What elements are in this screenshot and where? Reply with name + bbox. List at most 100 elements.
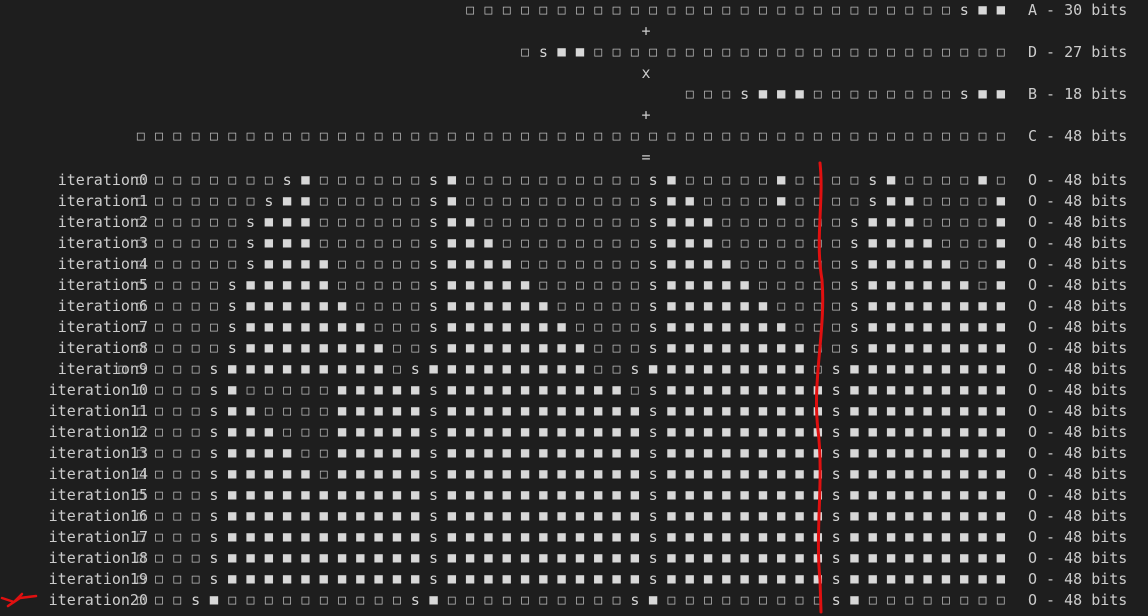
iteration-1-bit-18: □ [466,194,475,209]
iteration-17-bit-45: ■ [960,529,969,545]
iteration-3-bit-16: s [429,234,439,252]
iteration-7-bit-1: □ [155,320,163,335]
iteration-4-bit-18: ■ [465,256,475,272]
iteration-1-bit-20: □ [502,194,511,209]
iteration-17-bit-8: ■ [282,529,292,545]
iteration-7-bit-30: ■ [685,319,694,335]
iteration-2-bit-0: □ [136,215,145,230]
iteration-16-bit-28: s [648,507,658,525]
bit-width-label: O - 48 bits [1028,486,1128,504]
operand-0-bit-20: □ [832,3,841,18]
iteration-4-bit-0: □ [136,257,145,272]
iteration-10-bit-28: s [648,381,658,399]
iteration-5-bit-39: s [849,276,859,294]
iteration-11-bit-35: ■ [777,403,786,419]
iteration-12-bit-19: ■ [484,424,493,440]
iteration-15-bit-30: ■ [685,487,694,503]
iteration-5-bit-23: □ [557,278,566,293]
iteration-10-bit-23: ■ [557,382,566,398]
iteration-row-14: iteration14 □ □ □ □ s ■ ■ ■ ■ ■ □ ■ ■ ■ ■ ■ s ■ ■ ■ ■ ■ ■ ■ ■ ■ ■ ■ s… [0,464,1148,485]
iteration-18-bit-4: s [209,549,219,567]
iteration-9-bit-42: ■ [886,361,896,377]
iteration-14-bit-16: s [429,465,439,483]
iteration-6-bit-34: ■ [758,298,768,314]
iteration-11-bit-34: ■ [758,403,768,419]
operand-1-bit-8: □ [667,45,676,60]
iteration-17-bit-47: ■ [996,529,1006,545]
iteration-6-bit-15: □ [411,299,420,314]
iteration-12-bit-16: s [429,423,439,441]
iteration-13-bit-4: s [209,444,219,462]
operator-row-2: + [0,105,1148,126]
iteration-9-bit-48: ■ [996,361,1006,377]
bit-width-label: O - 48 bits [1028,276,1128,294]
iteration-2-bit-47: ■ [996,214,1006,230]
iteration-12-bit-24: ■ [575,424,585,440]
iteration-14-bit-28: s [648,465,658,483]
iteration-12-bit-38: s [831,423,841,441]
iteration-19-bit-7: ■ [264,571,274,587]
iteration-6-bit-45: ■ [960,298,969,314]
iteration-18-bit-18: ■ [465,550,475,566]
iteration-20-bit-26: □ [612,593,621,608]
iteration-8-bit-6: ■ [246,340,255,356]
iteration-18-bit-38: s [831,549,841,567]
iteration-6-bit-33: ■ [740,298,749,314]
iteration-3-bit-9: ■ [301,235,310,251]
iteration-19-bit-42: ■ [905,571,914,587]
operand-0-bit-11: □ [667,3,676,18]
iteration-18-bit-42: ■ [905,550,914,566]
iteration-6-bit-25: □ [594,299,603,314]
iteration-1-bit-3: □ [191,194,200,209]
iteration-18-bit-21: ■ [520,550,530,566]
iteration-16-bit-3: □ [191,509,200,524]
iteration-row-6: iteration6 □ □ □ □ □ s ■ ■ ■ ■ ■ ■ □ □ □ □ s ■ ■ ■ ■ ■ ■ □ □ □ □ □ s ■… [0,296,1148,317]
iteration-16-bit-15: ■ [411,508,420,524]
iteration-15-bit-41: ■ [886,487,896,503]
iteration-16-bit-29: ■ [667,508,676,524]
operand-1-bit-23: □ [942,45,950,60]
iteration-17-bit-44: ■ [941,529,951,545]
iteration-7-bit-12: ■ [356,319,365,335]
iteration-18-bit-2: □ [173,551,182,566]
iteration-15-bit-1: □ [155,488,163,503]
iteration-8-bit-22: ■ [539,340,548,356]
iteration-6-bit-14: □ [393,299,401,314]
iteration-13-bit-11: ■ [337,445,347,461]
iteration-11-bit-36: ■ [795,403,804,419]
iteration-12-bit-6: ■ [246,424,255,440]
iteration-12-bit-4: s [209,423,219,441]
iteration-18-bit-20: ■ [502,550,511,566]
iteration-9-bit-20: ■ [484,361,493,377]
operand-1-bit-1: s [538,43,548,61]
iteration-5-bit-1: □ [155,278,163,293]
iteration-11-bit-0: □ [136,404,145,419]
iteration-10-bit-21: ■ [520,382,530,398]
iteration-8-bit-9: ■ [301,340,310,356]
iteration-16-bit-21: ■ [520,508,530,524]
iteration-13-bit-39: ■ [850,445,859,461]
iteration-7-bit-26: □ [612,320,621,335]
iteration-14-bit-15: ■ [411,466,420,482]
iteration-9-bit-13: ■ [356,361,365,377]
operand-3-bit-23: □ [557,129,566,144]
iteration-row-2: iteration2 □ □ □ □ □ □ s ■ ■ ■ □ □ □ □ □ □ s ■ ■ □ □ □ □ □ □ □ □ □ s ■… [0,212,1148,233]
operand-3-bit-37: □ [813,129,822,144]
iteration-12-bit-37: ■ [813,424,823,440]
iteration-6-bit-1: □ [155,299,163,314]
iteration-15-bit-34: ■ [758,487,768,503]
iteration-9-bit-40: ■ [850,361,859,377]
iteration-10-bit-34: ■ [758,382,768,398]
iteration-12-bit-20: ■ [502,424,511,440]
iteration-17-bit-15: ■ [411,529,420,545]
iteration-11-bit-13: ■ [374,403,383,419]
iteration-4-bit-2: □ [173,257,182,272]
iteration-4-bit-19: ■ [484,256,493,272]
iteration-16-bit-17: ■ [447,508,457,524]
iteration-14-bit-21: ■ [520,466,530,482]
iteration-19-bit-22: ■ [539,571,548,587]
iteration-15-bit-20: ■ [502,487,511,503]
iteration-20-bit-39: ■ [850,592,859,608]
iteration-16-bit-22: ■ [539,508,548,524]
iteration-7-bit-4: □ [210,320,218,335]
